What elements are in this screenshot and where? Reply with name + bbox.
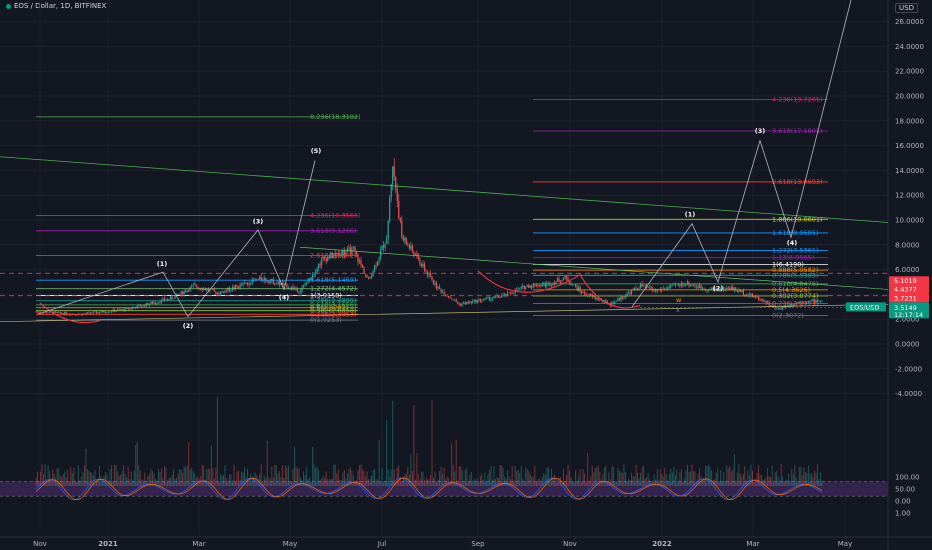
- stoch-tick-label: 50.00: [895, 485, 915, 493]
- time-tick-label: Mar: [746, 540, 759, 548]
- wave-path-2021: [37, 160, 316, 318]
- price-tick-label: 14.0000: [895, 167, 924, 175]
- fib-2021-level-label: 4.236(10.3566): [310, 212, 361, 220]
- stoch-tick-label: 0.00: [895, 498, 911, 506]
- price-tick-label: 26.0000: [895, 18, 924, 26]
- price-tick-label: 28.0000: [895, 0, 924, 1]
- wave-label-2022: (4): [787, 239, 797, 247]
- price-tag-red-text: 5.1019: [894, 277, 917, 285]
- wave-label-2021: (2): [183, 322, 193, 330]
- small-wave-label: w: [676, 296, 682, 304]
- fib-2022-level-label: 2.618(13.0693): [772, 178, 823, 186]
- fib-2021-level-label: 8.236(18.3182): [310, 113, 361, 121]
- small-wave-label: x: [676, 306, 680, 314]
- price-tick-label: -4.0000: [895, 390, 922, 398]
- time-tick-label: 2021: [98, 540, 118, 548]
- fib-2022-level-label: 0.786(5.5383): [772, 271, 818, 279]
- upper-trendline: [0, 156, 889, 223]
- fib-2022-level-label: 0(2.3072): [772, 311, 804, 319]
- wave-label-2021: (5): [311, 147, 321, 155]
- time-tick-label: Jul: [377, 540, 387, 548]
- wave-label-2022: (2): [713, 285, 723, 293]
- time-tick-label: May: [283, 540, 297, 548]
- price-tick-label: 18.0000: [895, 117, 924, 125]
- price-tick-label: 20.0000: [895, 93, 924, 101]
- price-tick-label: 8.0000: [895, 241, 920, 249]
- fib-2021-level-label: 1.618(5.1459): [310, 276, 356, 284]
- price-tag-red-text: 4.4377: [894, 285, 917, 293]
- time-tick-label: Nov: [563, 540, 577, 548]
- price-tick-label: 22.0000: [895, 68, 924, 76]
- price-tick-label: 6.0000: [895, 266, 920, 274]
- volume-series: [35, 396, 823, 486]
- chart-canvas[interactable]: 34.000032.000030.000028.000026.000024.00…: [0, 0, 932, 550]
- fib-2022-level-label: 1.886(10.0601): [772, 215, 823, 223]
- countdown-text: 12:17:14: [894, 311, 923, 319]
- trading-chart[interactable]: EOS / Dollar, 1D, BITFINEX USD 34.000032…: [0, 0, 932, 550]
- price-tick-label: -2.0000: [895, 365, 922, 373]
- stoch-tick-label: 100.00: [895, 473, 920, 481]
- stoch-tick-label: 1.00: [895, 510, 911, 518]
- price-tick-label: 10.0000: [895, 217, 924, 225]
- fib-2021-level-label: 2.618(7.1362): [310, 252, 356, 260]
- wave-label-2021: (4): [279, 293, 289, 301]
- time-tick-label: Sep: [471, 540, 485, 548]
- fib-2022-level-label: 3.618(17.1801): [772, 127, 823, 135]
- time-tick-label: Nov: [33, 540, 47, 548]
- price-tick-label: 0.0000: [895, 341, 920, 349]
- time-tick-label: Mar: [192, 540, 205, 548]
- fib-2021-level-label: 3.618(9.1266): [310, 227, 356, 235]
- fib-2022-level-label: 4.236(19.7205): [772, 95, 823, 103]
- wave-label-2021: (3): [253, 218, 263, 226]
- price-tick-label: 12.0000: [895, 192, 924, 200]
- fib-2022-level-label: 1.618(8.9585): [772, 229, 818, 237]
- wave-label-2021: (1): [157, 260, 167, 268]
- time-tick-label: May: [838, 540, 852, 548]
- price-tag-red-text: 3.7231: [894, 294, 917, 302]
- price-tick-label: 16.0000: [895, 142, 924, 150]
- wave-label-2022: (3): [755, 127, 765, 135]
- time-tick-label: 2022: [652, 540, 672, 548]
- price-tick-label: 24.0000: [895, 43, 924, 51]
- fib-2021-level-label: 0(1.9253): [310, 316, 342, 324]
- wave-label-2022: (1): [685, 210, 695, 218]
